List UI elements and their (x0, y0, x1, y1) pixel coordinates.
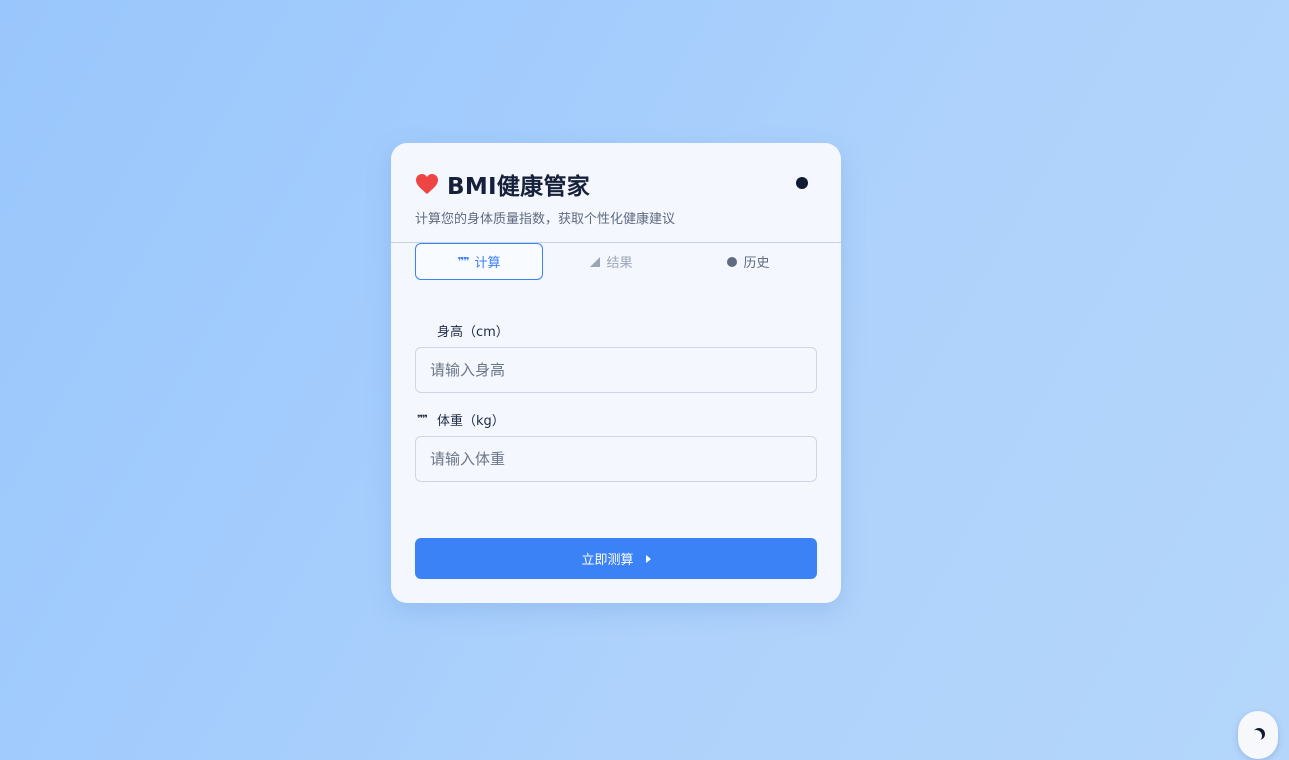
tab-history-label: 历史 (743, 256, 770, 271)
page-title: BMI健康管家 (447, 174, 591, 200)
title-row: BMI健康管家 (415, 169, 817, 200)
height-label-text: 身高（cm） (437, 325, 509, 340)
dark-mode-button[interactable] (1238, 711, 1278, 759)
weight-label: ❞❞ 体重（kg） (415, 410, 505, 429)
chart-icon (590, 256, 601, 267)
theme-toggle-dot[interactable] (796, 177, 808, 189)
height-input[interactable] (415, 347, 817, 393)
quote-icon: ❞❞ (417, 414, 428, 425)
heart-icon (415, 173, 439, 195)
height-label: 身高（cm） (415, 321, 509, 340)
tab-calculate[interactable]: ❞❞ 计算 (415, 243, 543, 280)
weight-label-text: 体重（kg） (437, 414, 505, 429)
calculate-button-label: 立即测算 (581, 553, 634, 568)
tab-result[interactable]: 结果 (543, 243, 680, 280)
tab-history[interactable]: 历史 (680, 243, 817, 280)
bmi-card: BMI健康管家 计算您的身体质量指数，获取个性化健康建议 ❞❞ 计算 结果 历史… (391, 143, 841, 603)
card-header: BMI健康管家 计算您的身体质量指数，获取个性化健康建议 (415, 169, 817, 227)
weight-input[interactable] (415, 436, 817, 482)
moon-icon (1250, 730, 1262, 742)
caret-right-icon (645, 554, 651, 563)
tab-result-label: 结果 (606, 256, 633, 271)
calculate-button[interactable]: 立即测算 (415, 538, 817, 579)
tab-calculate-label: 计算 (474, 256, 501, 271)
page-subtitle: 计算您的身体质量指数，获取个性化健康建议 (415, 212, 676, 227)
quote-icon: ❞❞ (457, 255, 470, 268)
history-icon (727, 256, 738, 267)
tab-bar: ❞❞ 计算 结果 历史 (415, 243, 817, 280)
